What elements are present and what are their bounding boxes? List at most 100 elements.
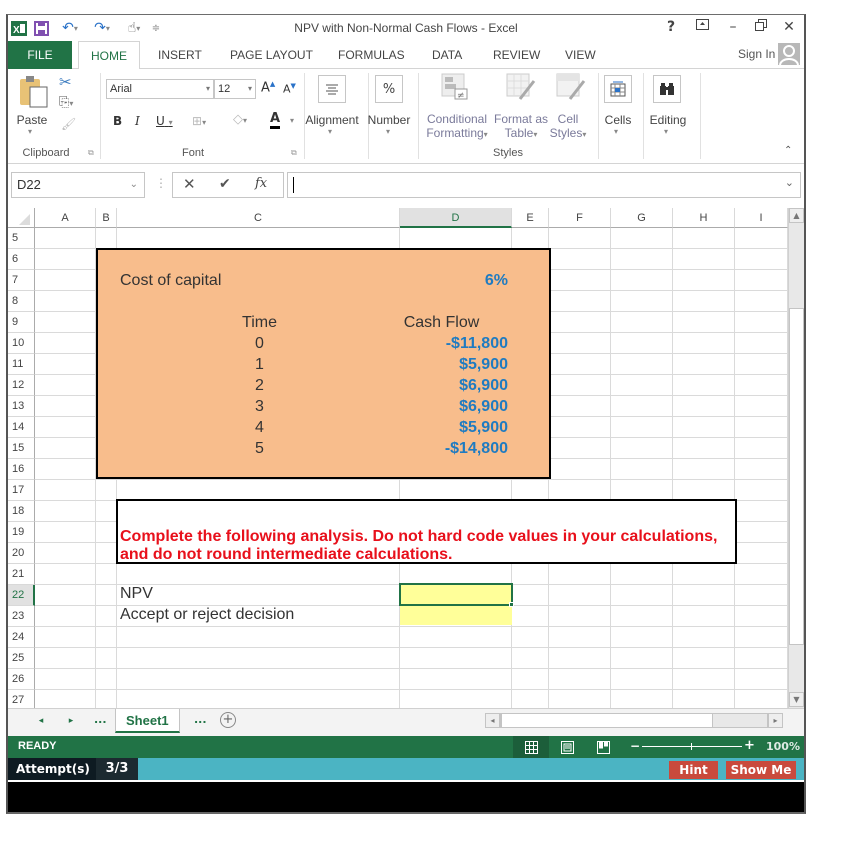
row-header-20[interactable]: 20 <box>8 543 35 564</box>
hint-button[interactable]: Hint <box>669 761 718 779</box>
chevron-down-icon[interactable]: ⌄ <box>130 173 138 197</box>
more-sheets-right[interactable]: ... <box>194 713 207 726</box>
row-header-13[interactable]: 13 <box>8 396 35 417</box>
show-me-button[interactable]: Show Me <box>726 761 796 779</box>
scroll-left-icon[interactable]: ◂ <box>485 713 500 728</box>
npv-input-cell[interactable] <box>399 583 513 606</box>
time-cell[interactable]: 4 <box>118 417 401 438</box>
alignment-button[interactable]: Alignment <box>303 113 361 127</box>
scroll-sheets-left-icon[interactable]: ◂ <box>34 713 48 729</box>
conditional-formatting-icon[interactable]: ≠ <box>441 73 469 104</box>
time-cell[interactable]: 0 <box>118 333 401 354</box>
tab-file[interactable]: FILE <box>8 41 72 69</box>
find-binoculars-icon[interactable] <box>653 75 681 103</box>
time-cell[interactable]: 3 <box>118 396 401 417</box>
column-header-d[interactable]: D <box>400 208 512 228</box>
alignment-icon[interactable] <box>318 75 346 103</box>
format-as-table-icon[interactable] <box>506 73 536 104</box>
restore-icon[interactable] <box>750 19 772 37</box>
sheet-tab-sheet1[interactable]: Sheet1 <box>115 709 180 733</box>
clipboard-launcher-icon[interactable]: ⧉ <box>88 148 94 158</box>
number-button[interactable]: Number <box>366 113 412 127</box>
decision-input-cell[interactable] <box>400 605 512 625</box>
scroll-down-icon[interactable]: ▼ <box>789 692 804 707</box>
editing-button[interactable]: Editing <box>646 113 690 127</box>
row-header-9[interactable]: 9 <box>8 312 35 333</box>
name-box[interactable]: D22 ⌄ <box>11 172 145 198</box>
time-cell[interactable]: 5 <box>118 438 401 459</box>
normal-view-icon[interactable] <box>513 736 549 758</box>
column-header-e[interactable]: E <box>512 208 549 228</box>
horizontal-scroll-thumb[interactable] <box>501 713 713 728</box>
fill-handle[interactable] <box>509 602 514 607</box>
formula-input[interactable]: ⌄ <box>287 172 801 198</box>
cell-styles-icon[interactable] <box>556 73 586 104</box>
tab-insert[interactable]: INSERT <box>146 41 214 69</box>
row-header-22[interactable]: 22 <box>8 585 35 606</box>
font-launcher-icon[interactable]: ⧉ <box>291 148 297 158</box>
help-icon[interactable]: ? <box>660 19 682 37</box>
conditional-formatting-button[interactable]: Conditional Formatting▾ <box>418 112 496 142</box>
row-header-16[interactable]: 16 <box>8 459 35 480</box>
tab-data[interactable]: DATA <box>420 41 474 69</box>
column-header-c[interactable]: C <box>117 208 400 228</box>
paste-icon[interactable] <box>18 75 52 109</box>
bold-button[interactable]: B <box>113 114 122 128</box>
close-icon[interactable]: ✕ <box>778 19 800 37</box>
row-header-25[interactable]: 25 <box>8 648 35 669</box>
column-header-a[interactable]: A <box>35 208 96 228</box>
font-name-combo[interactable]: Arial ▾ <box>106 79 214 99</box>
cut-icon[interactable]: ✂ <box>59 73 72 91</box>
page-break-view-icon[interactable] <box>585 736 621 758</box>
row-header-18[interactable]: 18 <box>8 501 35 522</box>
cells-button[interactable]: Cells <box>600 113 636 127</box>
user-avatar-icon[interactable] <box>778 43 800 66</box>
cash-flow-cell[interactable]: $6,900 <box>400 375 508 396</box>
tab-home[interactable]: HOME <box>78 41 140 70</box>
number-format-icon[interactable]: % <box>375 75 403 103</box>
tab-view[interactable]: VIEW <box>553 41 608 69</box>
column-header-g[interactable]: G <box>611 208 673 228</box>
zoom-slider[interactable] <box>642 743 742 750</box>
scroll-up-icon[interactable]: ▲ <box>789 208 804 223</box>
column-header-h[interactable]: H <box>673 208 735 228</box>
font-size-combo[interactable]: 12 ▾ <box>214 79 256 99</box>
row-header-6[interactable]: 6 <box>8 249 35 270</box>
horizontal-scrollbar[interactable] <box>500 713 768 728</box>
row-header-26[interactable]: 26 <box>8 669 35 690</box>
row-header-7[interactable]: 7 <box>8 270 35 291</box>
cancel-icon[interactable]: ✕ <box>183 175 196 193</box>
ribbon-display-options-icon[interactable] <box>691 19 713 37</box>
format-as-table-button[interactable]: Format as Table▾ <box>493 112 549 142</box>
paste-dropdown-icon[interactable]: ▾ <box>28 127 32 136</box>
shrink-font-icon[interactable]: A▼ <box>283 82 296 96</box>
sign-in-link[interactable]: Sign In <box>738 47 775 61</box>
cost-of-capital-value[interactable]: 6% <box>400 270 508 291</box>
underline-button[interactable]: U ▾ <box>156 114 173 128</box>
cash-flow-cell[interactable]: $6,900 <box>400 396 508 417</box>
zoom-slider-thumb[interactable] <box>691 743 692 750</box>
formula-bar-resize-handle[interactable]: ⋮ <box>155 176 167 190</box>
zoom-out-button[interactable]: − <box>630 739 640 753</box>
row-header-14[interactable]: 14 <box>8 417 35 438</box>
row-header-21[interactable]: 21 <box>8 564 35 585</box>
cell-styles-button[interactable]: Cell Styles▾ <box>546 112 590 142</box>
minimize-icon[interactable]: – <box>722 19 744 37</box>
select-all-corner[interactable] <box>8 208 35 228</box>
time-cell[interactable]: 2 <box>118 375 401 396</box>
row-header-5[interactable]: 5 <box>8 228 35 249</box>
column-header-b[interactable]: B <box>96 208 117 228</box>
vertical-scrollbar[interactable]: ▲ ▼ <box>788 208 804 708</box>
font-color-icon[interactable]: A <box>270 112 281 129</box>
grow-font-icon[interactable]: A▲ <box>261 80 275 95</box>
expand-formula-bar-icon[interactable]: ⌄ <box>785 176 794 189</box>
row-header-17[interactable]: 17 <box>8 480 35 501</box>
cash-flow-cell[interactable]: $5,900 <box>400 354 508 375</box>
time-cell[interactable]: 1 <box>118 354 401 375</box>
row-header-12[interactable]: 12 <box>8 375 35 396</box>
cells-icon[interactable] <box>604 75 632 103</box>
font-color-dropdown-icon[interactable]: ▾ <box>290 116 294 125</box>
worksheet-grid[interactable]: ABCDEFGHI 5 6 7 8 9 10 11 12 13 14 15 16 17 18 19 20 21 2… <box>8 208 788 711</box>
page-layout-view-icon[interactable] <box>549 736 585 758</box>
row-header-8[interactable]: 8 <box>8 291 35 312</box>
